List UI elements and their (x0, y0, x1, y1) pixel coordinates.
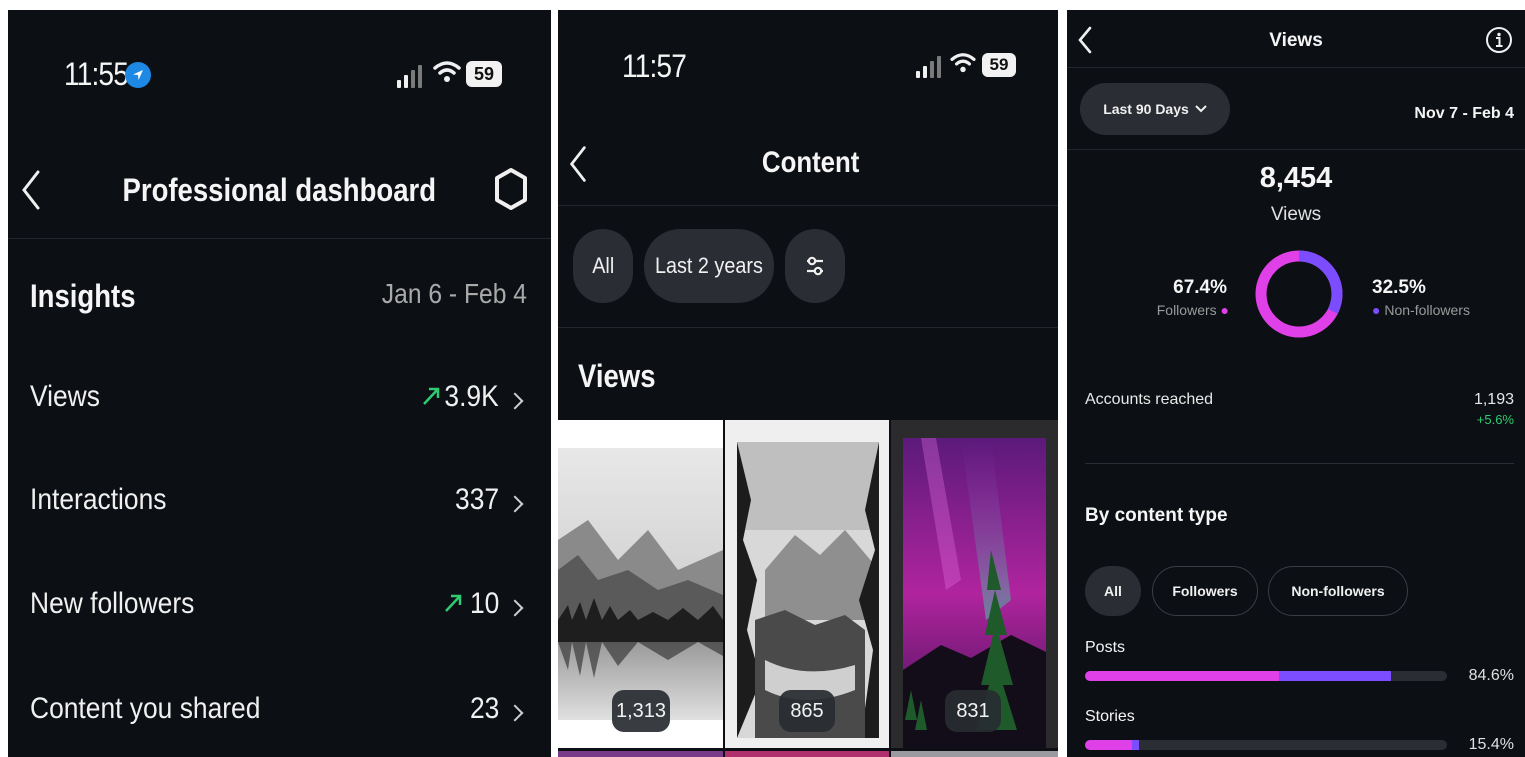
posts-nonfollowers-segment (1279, 671, 1392, 681)
stories-bar (1085, 740, 1447, 750)
tab-nonfollowers[interactable]: Non-followers (1268, 566, 1408, 616)
tab-all[interactable]: All (1085, 566, 1141, 616)
info-icon[interactable] (1485, 26, 1513, 59)
row-label: Interactions (30, 483, 167, 516)
row-label: Content you shared (30, 692, 261, 725)
followers-legend: Followers ● (1156, 302, 1229, 318)
section-heading: Views (578, 358, 656, 394)
chevron-down-icon (1195, 105, 1207, 113)
stories-followers-segment (1085, 740, 1133, 750)
posts-bar (1085, 671, 1447, 681)
page-title: Content (762, 146, 860, 179)
insights-heading: Insights (30, 278, 136, 314)
row-value: 23 (469, 692, 499, 725)
settings-icon[interactable] (493, 167, 529, 216)
view-count: 1,313 (612, 690, 670, 732)
page-title: Views (1269, 30, 1323, 51)
chevron-right-icon (506, 495, 524, 515)
posts-percent: 84.6% (1468, 667, 1514, 684)
posts-followers-segment (1085, 671, 1280, 681)
content-thumbnail-1[interactable]: 1,313 (558, 420, 723, 748)
followers-donut-chart (1253, 248, 1345, 345)
row-value: 10 (469, 587, 499, 620)
wifi-icon (433, 60, 461, 89)
chevron-right-icon (506, 599, 524, 619)
by-content-type-heading: By content type (1085, 505, 1228, 526)
filter-settings-button[interactable] (785, 229, 845, 303)
tab-followers[interactable]: Followers (1152, 566, 1258, 616)
filter-all-button[interactable]: All (573, 229, 633, 303)
chevron-right-icon (506, 704, 524, 724)
views-insights-screen: Views Last 90 Days Nov 7 - Feb 4 8,454 V… (1067, 10, 1525, 757)
content-thumbnail-2[interactable]: 865 (725, 420, 889, 748)
accounts-reached-change: +5.6% (1476, 412, 1514, 427)
wifi-icon (950, 52, 976, 79)
signal-icon (397, 62, 422, 88)
type-label-stories: Stories (1085, 708, 1135, 725)
row-label: Views (30, 380, 100, 413)
trend-up-icon (443, 589, 463, 621)
trend-up-icon (421, 382, 441, 414)
row-label: New followers (30, 587, 195, 620)
total-views: 8,454 (1259, 162, 1333, 194)
date-range: Nov 7 - Feb 4 (1414, 105, 1514, 122)
status-time: 11:57 (622, 48, 687, 84)
accounts-reached-label: Accounts reached (1085, 391, 1214, 408)
type-label-posts: Posts (1085, 639, 1126, 656)
nonfollowers-legend: ● Non-followers (1372, 302, 1470, 318)
nonfollowers-percent: 32.5% (1372, 277, 1426, 298)
accounts-reached-value: 1,193 (1473, 391, 1514, 408)
battery-icon: 59 (982, 53, 1016, 77)
stories-nonfollowers-segment (1132, 740, 1140, 750)
content-thumbnail-3[interactable]: 831 (891, 420, 1058, 748)
row-content-shared[interactable]: Content you shared 23 (8, 682, 551, 742)
row-interactions[interactable]: Interactions 337 (8, 473, 551, 533)
row-value: 3.9K (444, 380, 499, 413)
battery-icon: 59 (466, 61, 502, 87)
professional-dashboard-screen: 11:55 59 Professional dashboard Insights… (8, 10, 551, 757)
signal-icon (916, 54, 941, 78)
row-new-followers[interactable]: New followers 10 (8, 577, 551, 637)
status-time: 11:55 (64, 56, 129, 92)
chevron-right-icon (506, 392, 524, 412)
stories-percent: 15.4% (1468, 736, 1514, 753)
content-screen: 11:57 59 Content All Last 2 years Views (558, 10, 1058, 757)
followers-percent: 67.4% (1173, 277, 1227, 298)
range-dropdown[interactable]: Last 90 Days (1080, 83, 1230, 135)
page-title: Professional dashboard (122, 172, 437, 208)
row-views[interactable]: Views 3.9K (8, 370, 551, 430)
view-count: 831 (945, 690, 1001, 732)
location-icon (125, 62, 151, 88)
sliders-icon (807, 256, 823, 276)
date-range-button[interactable]: Last 2 years (644, 229, 774, 303)
view-count: 865 (779, 690, 835, 732)
insights-date-range: Jan 6 - Feb 4 (381, 278, 527, 309)
row-value: 337 (454, 483, 499, 516)
total-views-label: Views (1270, 204, 1322, 225)
